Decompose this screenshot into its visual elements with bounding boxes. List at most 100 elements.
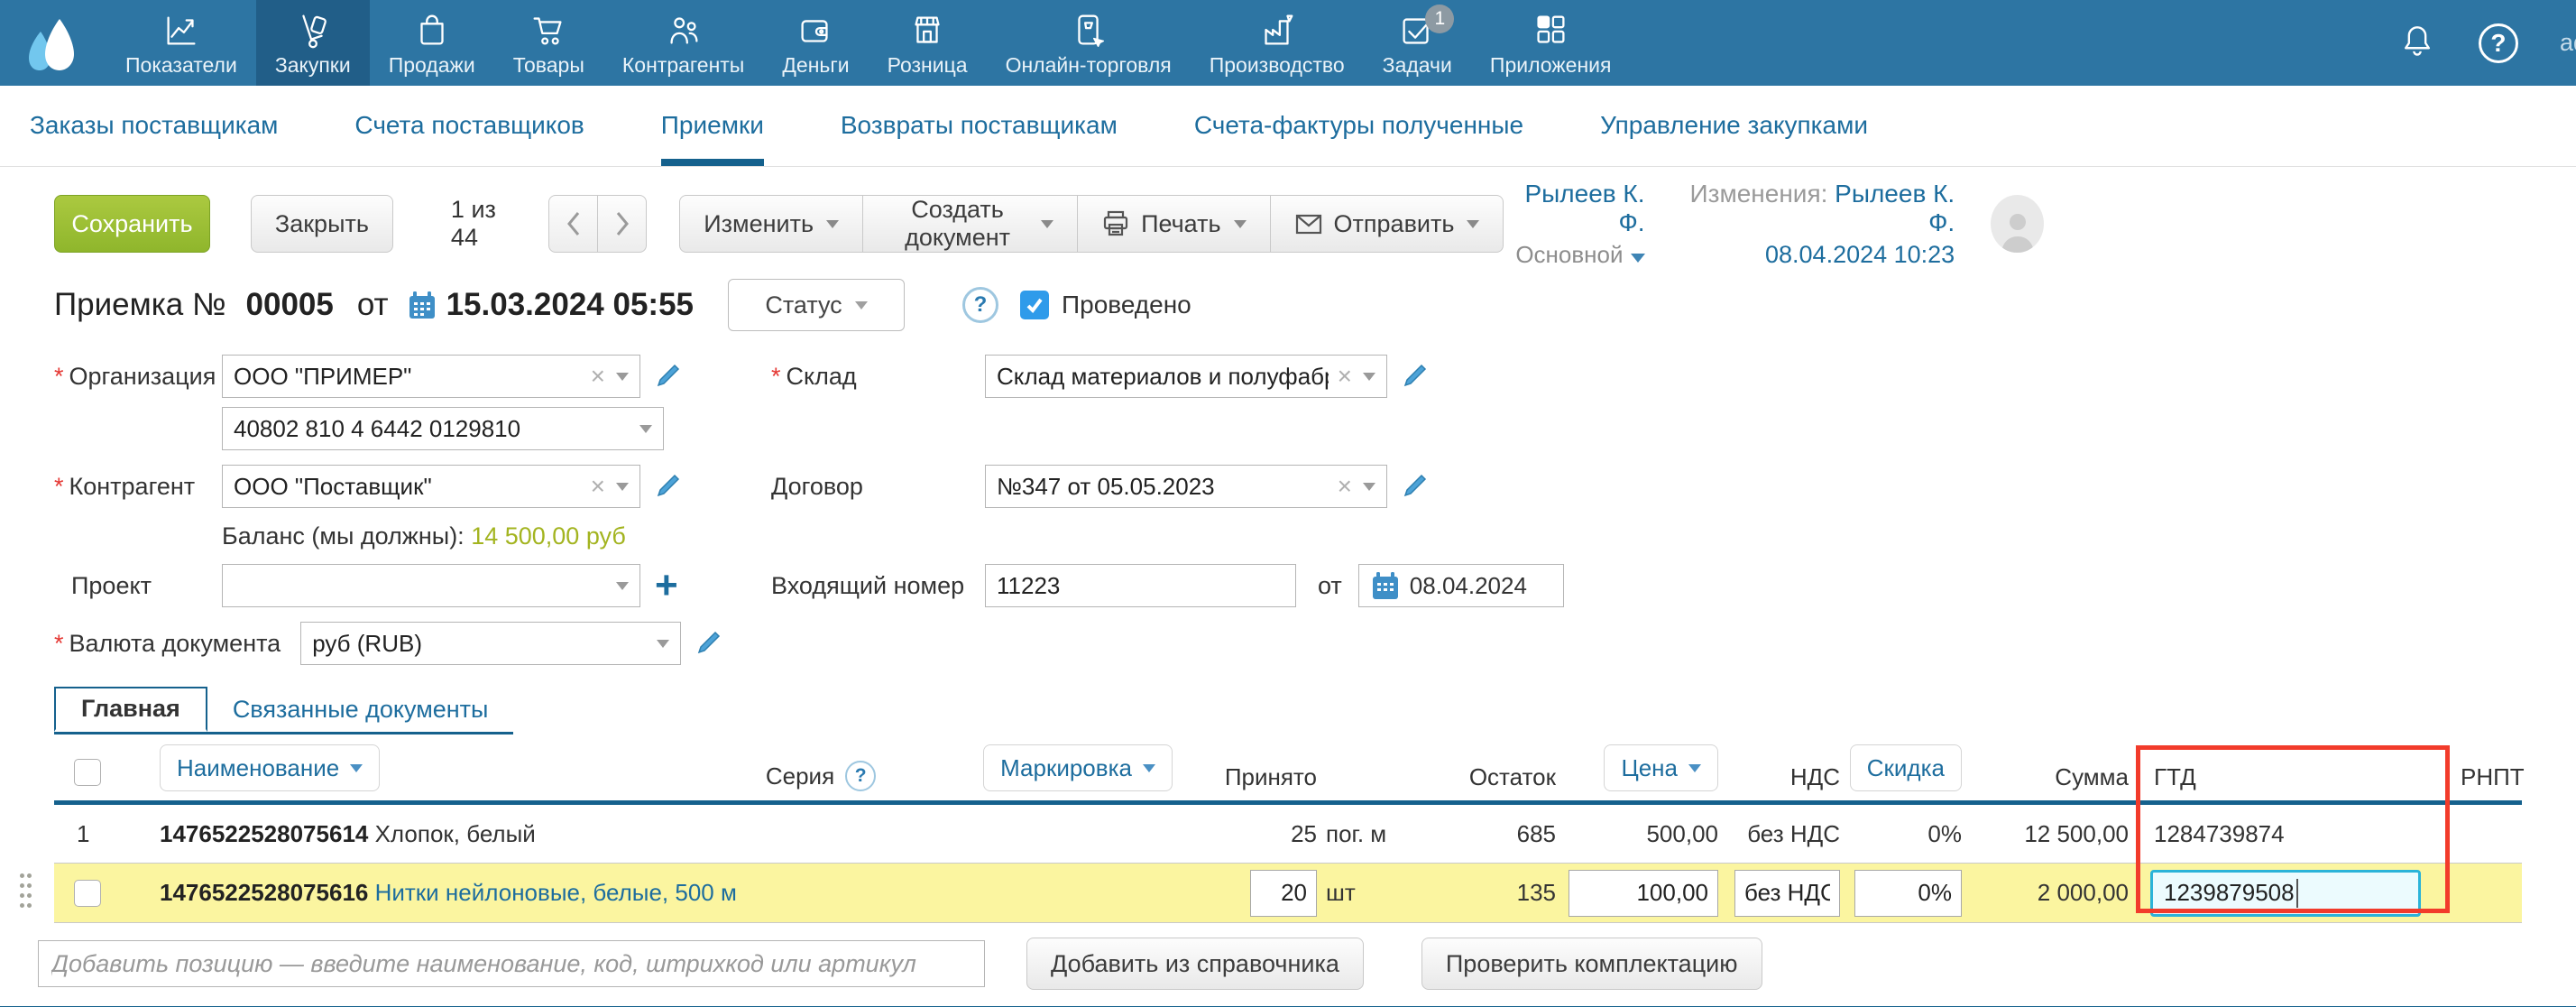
column-marking-button[interactable]: Маркировка [983, 744, 1173, 791]
chevron-down-icon[interactable] [1363, 373, 1375, 381]
chevron-down-icon[interactable] [657, 640, 669, 648]
account-select[interactable]: 40802 810 4 6442 0129810 [222, 407, 664, 450]
row-name-cell: 1476522528075616 Нитки нейлоновые, белые… [153, 879, 713, 907]
select-all-checkbox[interactable] [74, 759, 101, 786]
pager-controls [548, 195, 647, 253]
nav-item-goods[interactable]: Товары [494, 0, 603, 86]
subnav-receivings[interactable]: Приемки [661, 86, 764, 166]
series-help-icon[interactable]: ? [845, 761, 876, 791]
add-project-icon[interactable]: + [655, 568, 678, 604]
nav-item-purchases[interactable]: Закупки [256, 0, 370, 86]
owner-block[interactable]: Рылеев К. Ф. Основной [1504, 180, 1644, 269]
table-row-selected[interactable]: 1476522528075616 Нитки нейлоновые, белые… [54, 864, 2522, 923]
navbar-right: ? ad [2397, 0, 2576, 86]
held-help-icon[interactable]: ? [962, 287, 998, 323]
warehouse-select[interactable]: Склад материалов и полуфабрик × [985, 355, 1387, 398]
nav-item-indicators[interactable]: Показатели [106, 0, 256, 86]
doc-number[interactable]: 00005 [246, 287, 334, 323]
send-menu-button[interactable]: Отправить [1270, 195, 1504, 253]
username[interactable]: ad [2560, 29, 2576, 57]
column-discount-button[interactable]: Скидка [1850, 744, 1962, 791]
nav-item-money[interactable]: Деньги [763, 0, 868, 86]
shopping-bag-icon [411, 10, 453, 51]
nav-item-sales[interactable]: Продажи [370, 0, 494, 86]
chevron-down-icon[interactable] [1363, 483, 1375, 491]
subnav-supplier-invoices[interactable]: Счета поставщиков [354, 86, 584, 166]
contract-select[interactable]: №347 от 05.05.2023 × [985, 465, 1387, 508]
organization-select[interactable]: ООО "ПРИМЕР" × [222, 355, 640, 398]
calendar-icon[interactable] [407, 290, 437, 320]
edit-pencil-icon[interactable] [653, 362, 682, 391]
changed-at[interactable]: 08.04.2024 10:23 [1681, 241, 1955, 269]
subnav-supplier-returns[interactable]: Возвраты поставщикам [841, 86, 1118, 166]
organization-row: *Организация ООО "ПРИМЕР" × [54, 355, 682, 398]
counterparty-select[interactable]: ООО "Поставщик" × [222, 465, 640, 508]
notifications-bell-icon[interactable] [2397, 21, 2437, 65]
nav-item-counterparties[interactable]: Контрагенты [603, 0, 763, 86]
product-name-link[interactable]: Хлопок, белый [375, 820, 536, 847]
status-dropdown[interactable]: Статус [728, 279, 905, 331]
close-button[interactable]: Закрыть [251, 195, 393, 253]
save-button[interactable]: Сохранить [54, 195, 210, 253]
qty-input[interactable] [1250, 870, 1317, 917]
chevron-down-icon[interactable] [616, 582, 629, 590]
held-checkbox[interactable] [1020, 291, 1049, 319]
currency-select[interactable]: руб (RUB) [300, 622, 681, 665]
owner-department: Основной [1504, 241, 1644, 269]
clear-icon[interactable]: × [1338, 472, 1352, 501]
drag-handle-icon[interactable] [20, 873, 38, 913]
nav-item-tasks[interactable]: 1 Задачи [1364, 0, 1471, 86]
nav-item-apps[interactable]: Приложения [1471, 0, 1631, 86]
incoming-date-input[interactable]: 08.04.2024 [1358, 564, 1564, 607]
add-from-catalog-button[interactable]: Добавить из справочника [1026, 938, 1364, 990]
column-gtd: ГТД [2129, 763, 2444, 791]
nav-item-online-trade[interactable]: Онлайн-торговля [987, 0, 1191, 86]
nav-item-retail[interactable]: Розница [869, 0, 987, 86]
chevron-down-icon[interactable] [616, 483, 629, 491]
avatar[interactable] [1991, 195, 2044, 253]
tab-linked-documents[interactable]: Связанные документы [207, 687, 514, 732]
vat-input[interactable] [1734, 870, 1840, 917]
edit-pencil-icon[interactable] [653, 472, 682, 501]
add-position-input[interactable] [38, 940, 985, 987]
nav-item-production[interactable]: Производство [1191, 0, 1364, 86]
tab-main[interactable]: Главная [54, 687, 207, 732]
warehouse-row: *Склад Склад материалов и полуфабрик × [771, 355, 1429, 398]
product-name-link[interactable]: Нитки нейлоновые, белые, 500 м [375, 879, 737, 906]
edit-pencil-icon[interactable] [694, 629, 722, 658]
edit-menu-button[interactable]: Изменить [679, 195, 863, 253]
clear-icon[interactable]: × [591, 472, 605, 501]
changed-by[interactable]: Рылеев К. Ф. [1835, 180, 1955, 236]
row-checkbox[interactable] [74, 880, 101, 907]
edit-pencil-icon[interactable] [1400, 362, 1429, 391]
project-select[interactable] [222, 564, 640, 607]
prev-document-button[interactable] [548, 195, 598, 253]
gtd-input-focused[interactable]: 1239879508 [2150, 870, 2421, 917]
column-name-button[interactable]: Наименование [160, 744, 380, 791]
calendar-icon[interactable] [1370, 570, 1401, 601]
clear-icon[interactable]: × [1338, 362, 1352, 391]
create-document-menu-button[interactable]: Создать документ [862, 195, 1078, 253]
incoming-number-input[interactable] [985, 564, 1296, 607]
doc-datetime[interactable]: 15.03.2024 05:55 [446, 287, 694, 323]
chevron-down-icon[interactable] [616, 373, 629, 381]
online-store-icon [1068, 10, 1109, 51]
edit-pencil-icon[interactable] [1400, 472, 1429, 501]
column-price-button[interactable]: Цена [1604, 744, 1718, 791]
discount-input[interactable] [1854, 870, 1962, 917]
help-icon[interactable]: ? [2479, 23, 2518, 63]
owner-name[interactable]: Рылеев К. Ф. [1504, 180, 1644, 237]
price-input[interactable] [1569, 870, 1718, 917]
moysklad-logo-icon[interactable] [0, 0, 106, 86]
chevron-down-icon[interactable] [639, 425, 652, 433]
clear-icon[interactable]: × [591, 362, 605, 391]
status-label: Статус [765, 291, 842, 319]
subnav-supplier-orders[interactable]: Заказы поставщикам [30, 86, 278, 166]
subnav-received-invoices[interactable]: Счета-фактуры полученные [1194, 86, 1523, 166]
table-row[interactable]: 1 1476522528075614 Хлопок, белый 25 пог.… [54, 805, 2522, 864]
next-document-button[interactable] [597, 195, 647, 253]
print-menu-button[interactable]: Печать [1077, 195, 1270, 253]
storefront-icon [906, 10, 948, 51]
check-assembly-button[interactable]: Проверить комплектацию [1421, 938, 1762, 990]
subnav-purchase-management[interactable]: Управление закупками [1600, 86, 1868, 166]
